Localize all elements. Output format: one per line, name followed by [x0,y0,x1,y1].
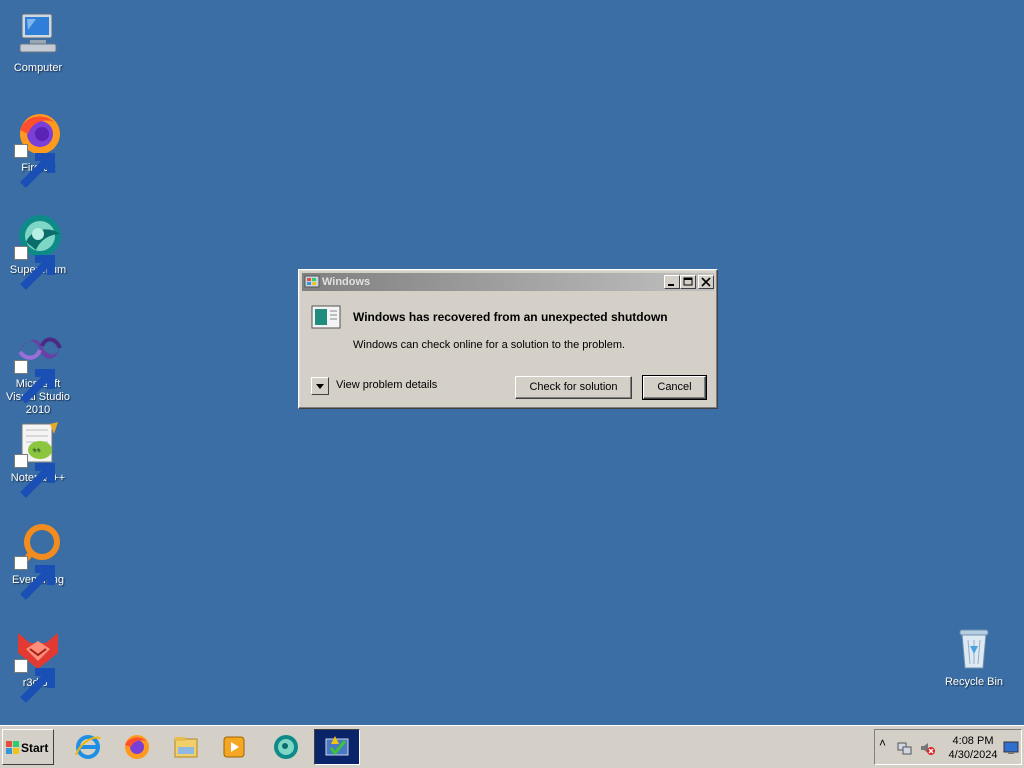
taskbar-media-player[interactable] [212,729,256,765]
taskbar-file-explorer[interactable] [164,729,208,765]
taskbar: Start ˄ 4:08 PM 4/30/2024 [0,725,1024,768]
action-center-icon [325,736,349,756]
desktop-icon-label: Computer [13,62,63,74]
dialog-titlebar[interactable]: Windows [302,273,714,291]
dialog-title: Windows [322,276,371,288]
desktop-icon-notepadpp[interactable]: ++ Notepad++ [0,420,76,498]
shortcut-arrow-icon [14,556,55,600]
desktop-icon-label: Recycle Bin [944,676,1004,688]
visual-studio-icon [14,326,62,404]
file-explorer-icon [174,737,198,758]
desktop-icon-supermium[interactable]: Supermium [0,212,76,290]
show-hidden-icons-button[interactable]: ˄ [879,736,895,752]
desktop-icon-visual-studio[interactable]: Microsoft Visual Studio 2010 [0,326,76,417]
clock-date[interactable]: 4/30/2024 [943,749,1003,761]
shortcut-arrow-icon [14,659,55,703]
minimize-button[interactable] [664,275,680,289]
cancel-button[interactable]: Cancel [642,375,707,400]
chevron-down-icon [316,384,324,389]
show-desktop-icon[interactable] [1003,740,1019,756]
system-tray: ˄ 4:08 PM 4/30/2024 [874,729,1022,765]
desktop-icon-everything[interactable]: Everything [0,522,76,600]
minimize-icon [668,284,674,286]
taskbar-firefox[interactable] [114,729,158,765]
maximize-button[interactable] [680,275,696,289]
taskbar-internet-explorer[interactable] [66,729,110,765]
start-label: Start [21,741,49,755]
taskbar-action-center[interactable] [314,729,360,765]
shortcut-arrow-icon [14,246,55,290]
supermium-icon [14,212,62,290]
svg-text:++: ++ [32,447,40,454]
check-for-solution-button[interactable]: Check for solution [515,376,632,399]
windows-logo-icon [6,741,20,755]
dialog-message: Windows can check online for a solution … [353,339,626,351]
view-details-label[interactable]: View problem details [336,379,437,391]
windows-flag-icon [304,274,320,290]
problem-report-icon [311,304,341,330]
recycle-bin-icon [950,624,998,672]
supermium-icon [274,735,298,759]
close-icon [701,277,711,287]
start-button[interactable]: Start [2,729,54,765]
view-details-toggle[interactable] [311,377,329,395]
computer-icon [14,10,62,58]
firefox-icon [125,735,149,759]
notepadpp-icon: ++ [14,420,62,498]
dialog-heading: Windows has recovered from an unexpected… [353,310,668,324]
desktop-icon-recycle-bin[interactable]: Recycle Bin [936,624,1012,689]
shortcut-arrow-icon [14,144,55,188]
desktop-icon-firefox[interactable]: Firefox [0,110,76,188]
desktop-icon-r3dfox[interactable]: r3dfox [0,625,76,703]
shortcut-arrow-icon [14,454,55,498]
volume-muted-icon[interactable] [919,740,935,756]
clock-time[interactable]: 4:08 PM [943,735,1003,747]
maximize-icon [683,277,693,286]
everything-icon [14,522,62,600]
recovery-dialog: Windows Windows has recovered from an un… [298,269,718,409]
close-button[interactable] [698,275,714,289]
shortcut-arrow-icon [14,360,55,404]
taskbar-supermium[interactable] [264,729,308,765]
internet-explorer-icon [75,735,101,759]
network-icon[interactable] [897,740,913,756]
firefox-icon [14,110,62,188]
media-player-icon [223,736,245,758]
r3dfox-icon [14,625,62,703]
desktop-icon-computer[interactable]: Computer [0,10,76,75]
